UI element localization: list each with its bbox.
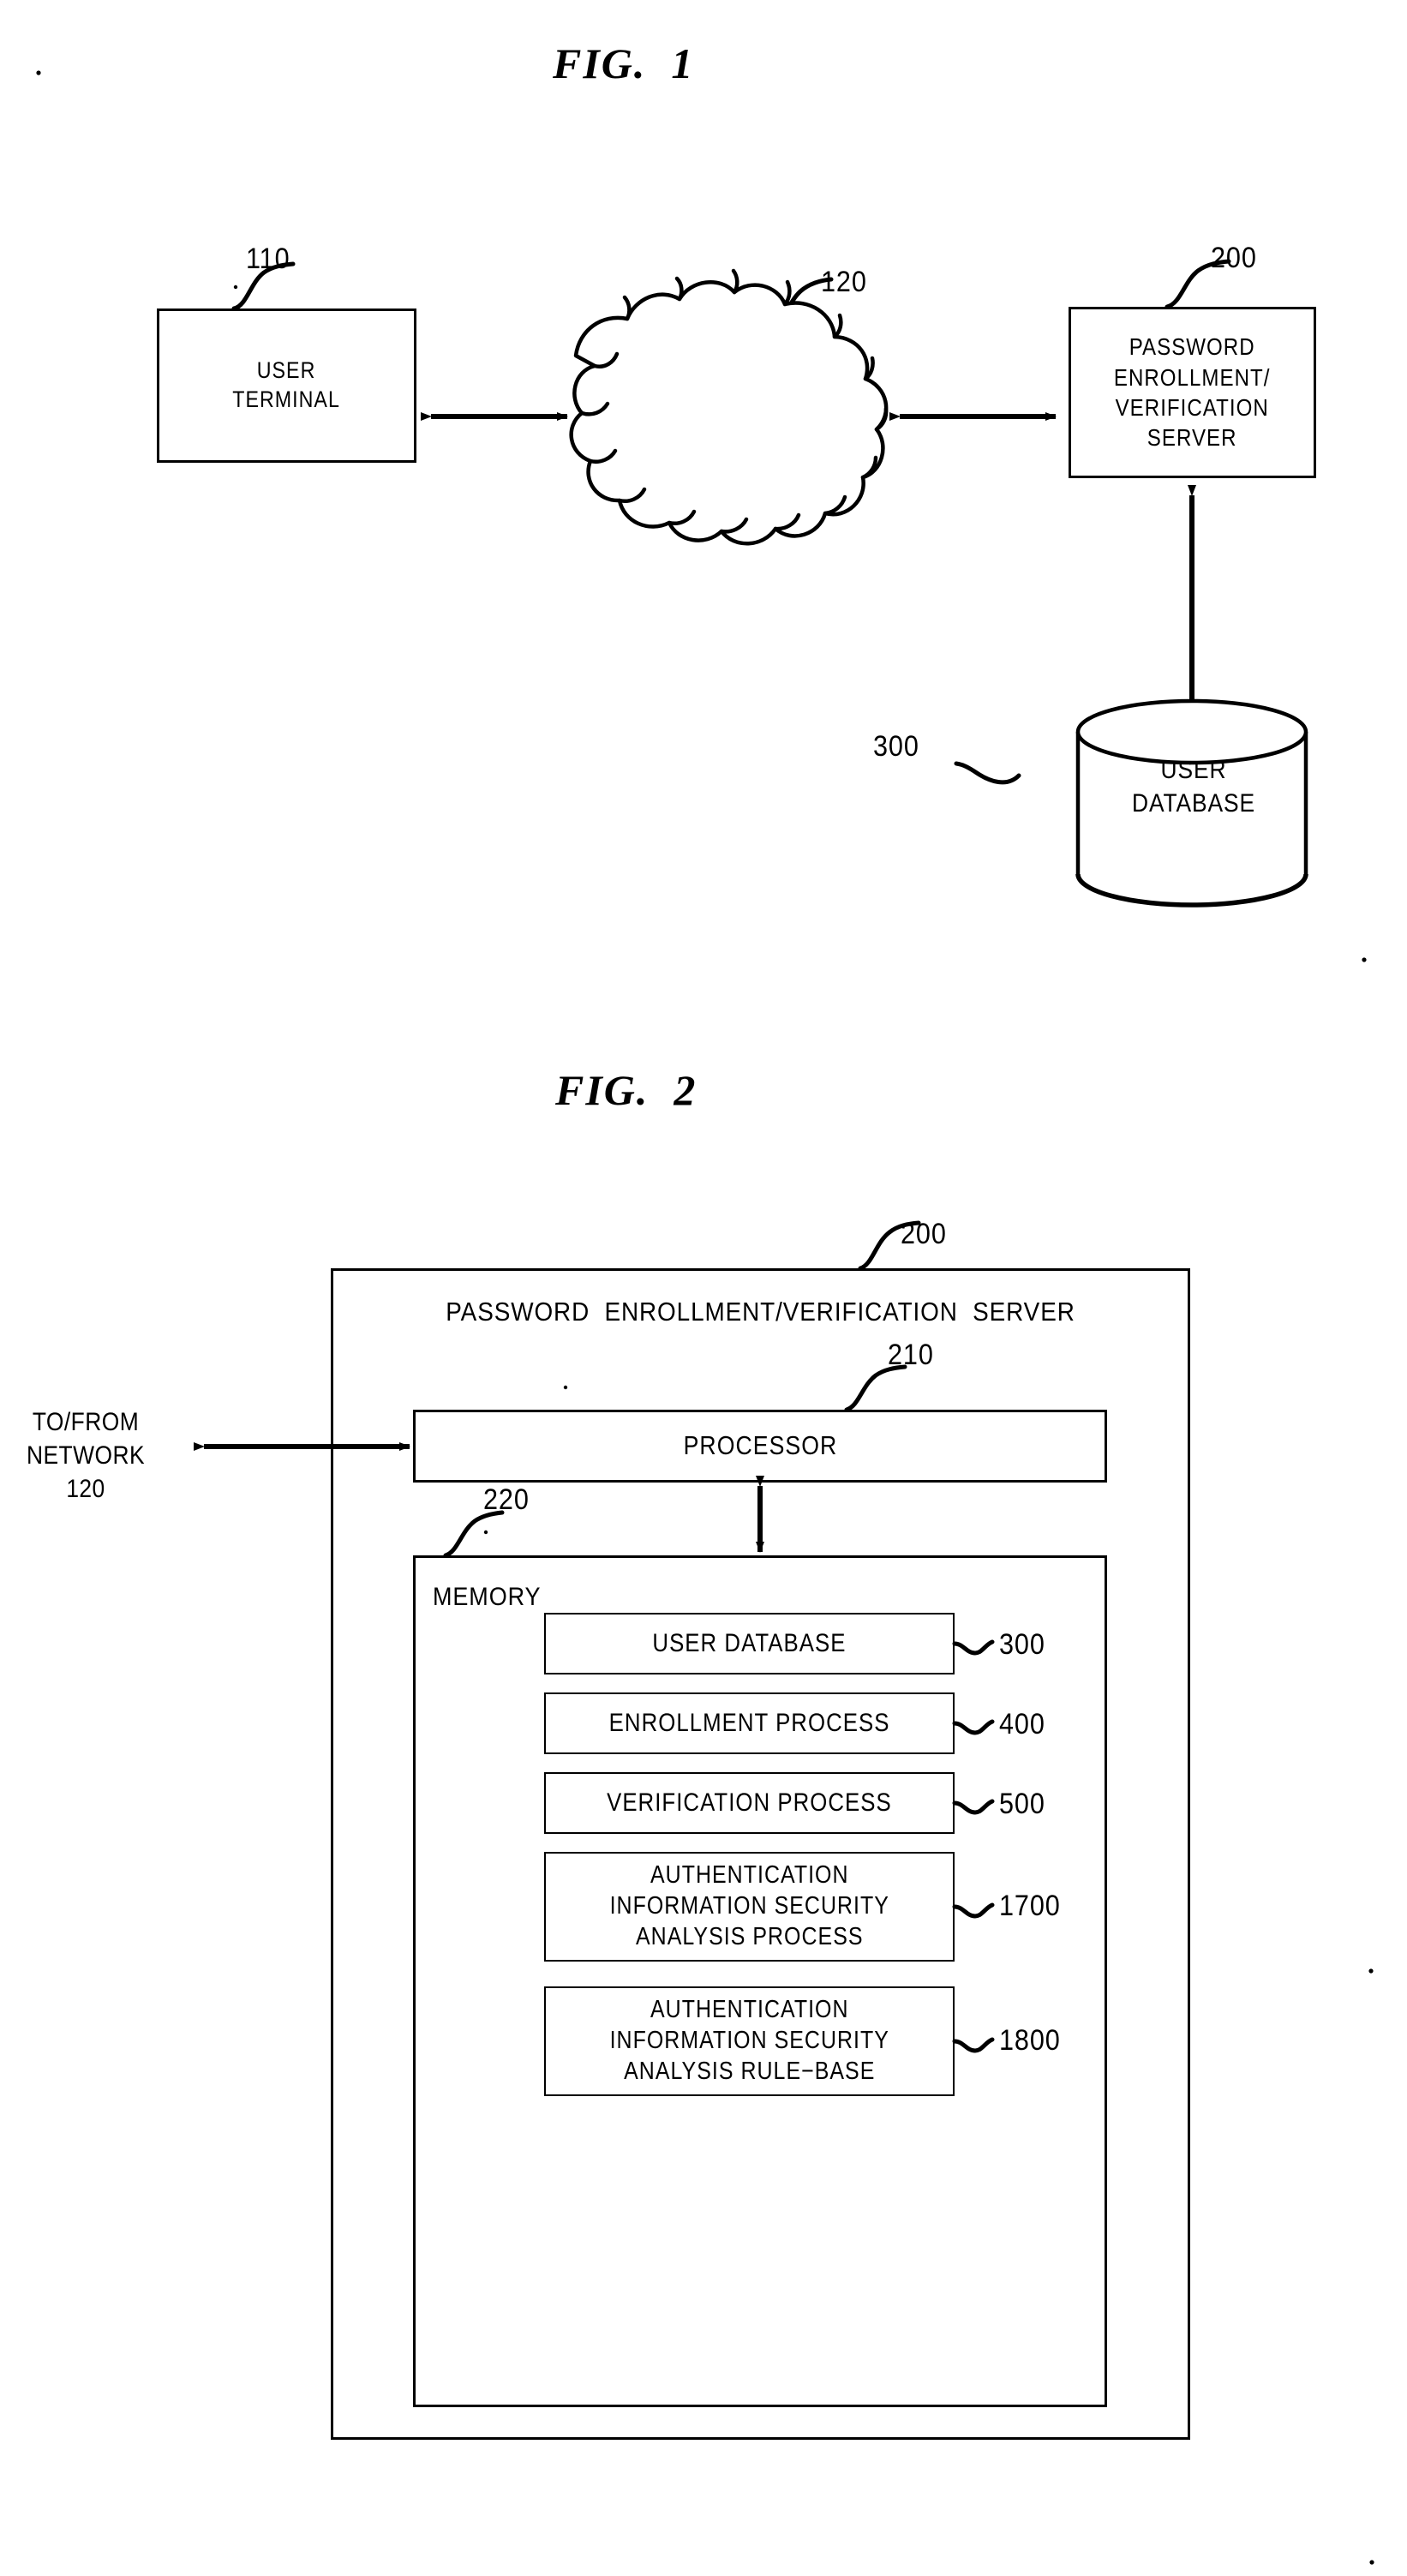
ref-1800: 1800 [999, 2024, 1061, 2057]
ref-200-fig2: 200 [901, 1218, 947, 1250]
patent-drawing-sheet: FIG. 1 USER TERMINAL 110 NETWORK 120 PAS… [0, 0, 1407, 2576]
ref-300-fig2: 300 [999, 1628, 1045, 1661]
speck-110 [233, 285, 238, 290]
network-cloud-shape [569, 280, 889, 546]
cloud-scallop [719, 517, 749, 534]
ref-220: 220 [483, 1483, 530, 1516]
cloud-scallop [773, 512, 801, 531]
ref-1700: 1700 [999, 1890, 1061, 1922]
memory-item-label: AUTHENTICATION INFORMATION SECURITY ANAL… [609, 1996, 889, 2085]
user-database-label: USER DATABASE [1132, 756, 1255, 818]
cloud-scallop [622, 295, 632, 321]
speck [36, 70, 41, 75]
ref-500: 500 [999, 1788, 1045, 1820]
server-outer-title: PASSWORD ENROLLMENT/VERIFICATION SERVER [446, 1297, 1075, 1327]
ref-120: 120 [821, 266, 867, 298]
processor-label: PROCESSOR [683, 1430, 837, 1461]
processor-box: PROCESSOR [413, 1410, 1107, 1483]
cloud-scallop [863, 356, 875, 381]
ref-110: 110 [246, 243, 290, 275]
memory-item-user-database: USER DATABASE [544, 1613, 955, 1674]
memory-item-verification-process: VERIFICATION PROCESS [544, 1772, 955, 1834]
network-label: NETWORK [615, 428, 747, 459]
memory-item-auth-security-analysis-process: AUTHENTICATION INFORMATION SECURITY ANAL… [544, 1852, 955, 1962]
cloud-scallop [674, 276, 684, 302]
user-terminal-label: USER TERMINAL [232, 357, 341, 412]
figure-1-title: FIG. 1 [553, 39, 695, 87]
figure-2-title: FIG. 2 [555, 1066, 698, 1114]
password-server-box: PASSWORD ENROLLMENT/ VERIFICATION SERVER [1069, 307, 1316, 478]
speck [1368, 1968, 1374, 1974]
ref-210: 210 [888, 1339, 934, 1371]
cloud-scallop [579, 401, 610, 416]
cloud-scallop [874, 406, 889, 432]
memory-item-label: ENROLLMENT PROCESS [608, 1709, 890, 1738]
cloud-scallop [823, 494, 847, 516]
memory-label: MEMORY [433, 1583, 542, 1611]
memory-item-label: USER DATABASE [652, 1629, 847, 1658]
user-terminal-box: USER TERMINAL [157, 309, 416, 463]
cloud-scallop [860, 455, 878, 480]
cloud-scallop [667, 509, 697, 525]
leader-300-fig1 [954, 761, 1021, 785]
cloud-scallop [782, 279, 792, 307]
speck [1369, 2560, 1374, 2565]
memory-item-label: VERIFICATION PROCESS [607, 1788, 892, 1818]
memory-box [413, 1555, 1107, 2407]
cloud-scallop [731, 268, 739, 295]
to-from-network-label: TO/FROM NETWORK 120 [26, 1408, 145, 1503]
ref-300-fig1: 300 [873, 730, 919, 763]
password-server-label: PASSWORD ENROLLMENT/ VERIFICATION SERVER [1114, 333, 1271, 452]
cylinder-bottom-arc [1075, 873, 1308, 908]
memory-item-auth-security-analysis-rule-base: AUTHENTICATION INFORMATION SECURITY ANAL… [544, 1986, 955, 2096]
cloud-scallop [592, 351, 620, 368]
cloud-scallop [832, 313, 843, 339]
ref-200-fig1: 200 [1211, 242, 1257, 274]
memory-item-enrollment-process: ENROLLMENT PROCESS [544, 1692, 955, 1754]
speck [1362, 957, 1367, 962]
cloud-scallop [617, 487, 647, 503]
ref-400: 400 [999, 1708, 1045, 1740]
memory-item-label: AUTHENTICATION INFORMATION SECURITY ANAL… [609, 1861, 889, 1950]
